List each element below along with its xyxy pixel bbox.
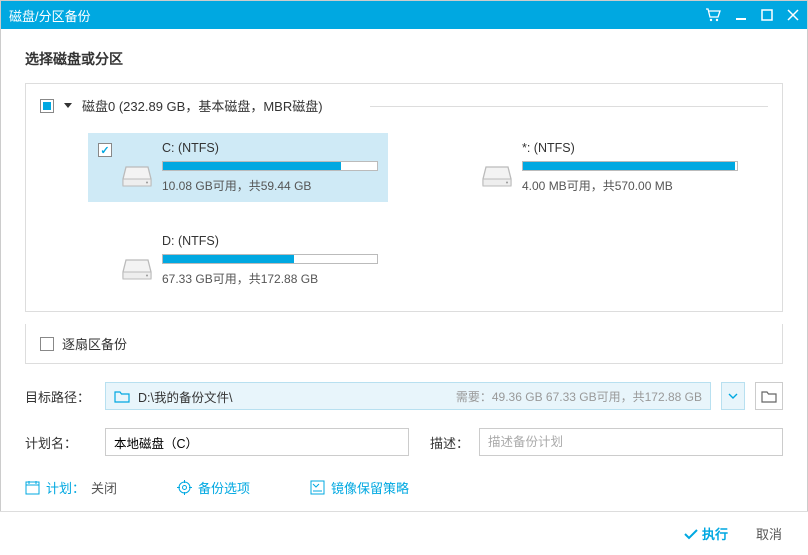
cart-icon[interactable] xyxy=(705,8,721,22)
disk-header: 磁盘0 (232.89 GB，基本磁盘，MBR磁盘) xyxy=(40,96,768,115)
sector-backup-checkbox[interactable] xyxy=(40,337,54,351)
desc-label: 描述： xyxy=(419,433,469,452)
options-label: 备份选项 xyxy=(198,478,250,497)
desc-input[interactable] xyxy=(479,428,783,456)
footer: 执行 取消 xyxy=(0,511,808,555)
schedule-label: 计划： xyxy=(46,478,85,497)
target-path-box[interactable]: D:\我的备份文件\ 需要：49.36 GB 67.33 GB可用，共172.8… xyxy=(105,382,711,410)
plan-row: 计划名： 描述： xyxy=(25,428,783,456)
partition-item[interactable]: C: (NTFS) 10.08 GB可用，共59.44 GB xyxy=(88,133,388,202)
window-buttons xyxy=(705,8,799,22)
disk-group: 磁盘0 (232.89 GB，基本磁盘，MBR磁盘) C: (NTFS) 10.… xyxy=(25,83,783,312)
disk-checkbox[interactable] xyxy=(40,99,54,113)
backup-options-link[interactable]: 备份选项 xyxy=(177,478,250,497)
sector-backup-row: 逐扇区备份 xyxy=(25,324,783,364)
partition-name: *: (NTFS) xyxy=(522,141,738,155)
usage-bar xyxy=(162,161,378,171)
schedule-state: 关闭 xyxy=(91,478,117,497)
retention-link[interactable]: 镜像保留策略 xyxy=(310,478,409,497)
close-icon[interactable] xyxy=(787,9,799,21)
titlebar: 磁盘/分区备份 xyxy=(1,1,807,29)
plan-name-input[interactable] xyxy=(105,428,409,456)
schedule-link[interactable]: 计划： 关闭 xyxy=(25,478,117,497)
usage-bar xyxy=(162,254,378,264)
partition-name: D: (NTFS) xyxy=(162,234,378,248)
cancel-button[interactable]: 取消 xyxy=(756,524,782,543)
partition-item[interactable]: D: (NTFS) 67.33 GB可用，共172.88 GB xyxy=(88,226,388,295)
target-path-row: 目标路径： D:\我的备份文件\ 需要：49.36 GB 67.33 GB可用，… xyxy=(25,382,783,410)
links-row: 计划： 关闭 备份选项 镜像保留策略 xyxy=(25,474,783,497)
retention-label: 镜像保留策略 xyxy=(331,478,409,497)
target-label: 目标路径： xyxy=(25,387,95,406)
browse-button[interactable] xyxy=(755,382,783,410)
usage-text: 10.08 GB可用，共59.44 GB xyxy=(162,177,378,194)
window-title: 磁盘/分区备份 xyxy=(9,6,705,25)
sector-backup-label: 逐扇区备份 xyxy=(62,334,127,353)
partition-checkbox[interactable] xyxy=(98,143,112,157)
collapse-icon[interactable] xyxy=(64,103,72,108)
folder-icon xyxy=(114,390,130,403)
maximize-icon[interactable] xyxy=(761,9,773,21)
section-label: 选择磁盘或分区 xyxy=(25,49,783,69)
drive-icon xyxy=(482,141,512,194)
usage-text: 4.00 MB可用，共570.00 MB xyxy=(522,177,738,194)
usage-bar xyxy=(522,161,738,171)
minimize-icon[interactable] xyxy=(735,9,747,21)
drive-icon xyxy=(122,141,152,194)
usage-text: 67.33 GB可用，共172.88 GB xyxy=(162,270,378,287)
target-need-text: 需要：49.36 GB 67.33 GB可用，共172.88 GB xyxy=(456,388,702,405)
drive-icon xyxy=(122,234,152,287)
path-dropdown-button[interactable] xyxy=(721,382,745,410)
disk-title: 磁盘0 (232.89 GB，基本磁盘，MBR磁盘) xyxy=(82,96,329,115)
partition-item[interactable]: *: (NTFS) 4.00 MB可用，共570.00 MB xyxy=(448,133,748,202)
target-path-text: D:\我的备份文件\ xyxy=(138,387,448,406)
partition-name: C: (NTFS) xyxy=(162,141,378,155)
plan-name-label: 计划名： xyxy=(25,433,95,452)
execute-button[interactable]: 执行 xyxy=(684,524,728,543)
